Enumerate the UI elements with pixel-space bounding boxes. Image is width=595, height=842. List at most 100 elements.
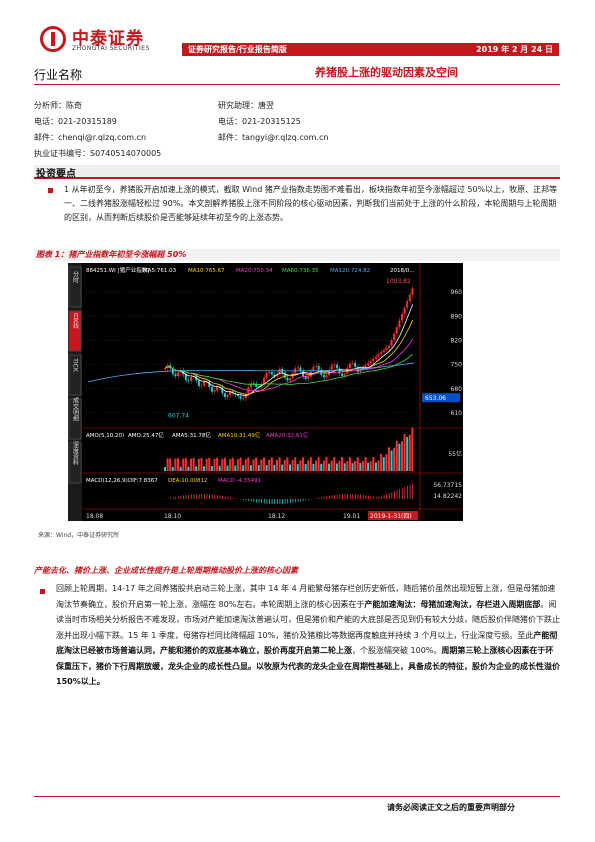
footer-disclaimer: 请务必阅读正文之后的重要声明部分 [387,803,515,812]
volume-bar [281,464,284,471]
assistant-email[interactable]: 邮件：tangyi@r.qlzq.com.cn [218,132,328,143]
volume-bar [255,457,258,471]
brand-logo-icon [40,26,66,52]
candle-body [289,378,292,381]
high-label: 1003.82 [386,278,411,285]
volume-bar [171,466,174,471]
brand-name-en: ZHONGTAI SECURITIES [72,45,150,52]
volume-bar [179,466,182,471]
candle-body [406,301,409,308]
side-tab-label: 日K线 [72,313,79,329]
candle-body [351,363,354,364]
price-tick: 610 [451,410,463,417]
analyst-phone: 电话：021-20315189 [34,117,117,126]
x-cursor-label: 2019-1-31(四) [370,513,412,520]
candle-body [400,314,403,321]
candle-body [187,380,190,381]
volume-bar [242,465,245,471]
candle-body [374,356,377,359]
volume-bar [197,458,200,471]
candle-body [393,333,396,341]
candle-body [348,363,351,369]
volume-bar [252,459,255,471]
candle-body [190,377,193,381]
volume-bar [309,457,312,471]
candle-body [380,352,383,355]
volume-legend-label: AMO:25.47亿 [128,431,164,439]
analyst-email[interactable]: 邮件：chenqi@r.qlzq.com.cn [34,132,146,143]
volume-bar [320,463,323,471]
candle-body [177,372,180,377]
index-chart: 分时 日K线 TICK 成交明细 深度资料 884251.WI [猪产业指数] MA5:76… [68,263,463,521]
side-tab-label: TICK [72,357,79,373]
macd-legend-label: MACD:-4.35491 [218,478,261,484]
volume-bar [190,458,193,471]
candle-body [197,380,200,386]
volume-bar [372,457,375,471]
macd-legend-label: DEA:10.00812 [168,478,207,484]
volume-bar [335,463,338,471]
candle-body [377,354,380,357]
macd-legend-label: MACD(12,26,9) [86,478,128,484]
x-tick: 18.10 [164,513,181,520]
candle-body [385,347,388,351]
price-label: 653.06 [425,395,446,402]
volume-bar [312,463,315,471]
volume-bar [348,457,351,471]
ma5-line [165,304,414,397]
candle-body [291,373,294,379]
candle-body [174,374,177,377]
volume-bar [380,453,383,471]
volume-bar [244,459,247,471]
volume-bar [315,460,318,471]
candle-body [226,394,229,398]
side-tab-label: 成交明细 [72,396,79,422]
volume-bar [268,459,271,471]
figure-header: 图表 1：猪产业指数年初至今涨幅超 50% [34,249,560,261]
volume-bar [260,459,263,471]
volume-bar [203,466,206,471]
x-tick: 18.08 [86,513,103,520]
candle-body [330,365,333,370]
volume-bar [273,464,276,471]
candle-body [398,320,401,328]
volume-bar [356,457,359,471]
candle-body [343,373,346,376]
chart-legend-label: MA60:736.35 [282,268,319,274]
macd-tick: 14.82242 [433,493,462,500]
subsection-title: 产能去化、猪价上涨、企业成长性提升是上轮周期推动股价上涨的核心因素 [34,566,298,575]
candle-body [322,374,325,378]
volume-bar [390,450,393,471]
volume-legend-label: AMA5:31.78亿 [172,431,211,439]
bullet-icon [48,188,53,193]
volume-bar [270,457,273,471]
volume-bar [195,466,198,471]
volume-bar [234,465,237,471]
candle-body [307,376,310,379]
volume-bar [262,457,265,471]
volume-bar [387,447,390,471]
x-tick: 19.01 [343,513,360,520]
title-divider [34,84,560,85]
analyst-name: 分析师：陈奇 [34,101,82,110]
volume-bar [205,458,208,471]
volume-bar [322,460,325,471]
candle-body [203,381,206,386]
volume-bar [216,457,219,471]
key-point-paragraph: 1 从年初至今，养猪股开启加速上涨的模式，截取 Wind 猪产业指数走势图不难看… [64,185,558,222]
assistant-phone: 电话：021-20315125 [218,117,301,126]
chart-legend-label: MA10:765.67 [188,268,225,274]
assistant-name: 研究助理：唐翌 [218,101,274,110]
price-tick: 890 [451,313,463,320]
volume-bar [275,459,278,471]
volume-bar [406,436,409,471]
volume-bar [257,464,260,471]
chart-canvas: 分时日K线 TICK 成交明细深度资料 884251.WI [猪产业指数]MA5:76… [68,263,463,521]
analyst-cert: 执业证书编号：S0740514070005 [34,149,162,158]
candle-body [315,366,318,367]
candle-body [223,393,226,398]
volume-legend-label: AMA20:32.61亿 [266,431,309,439]
report-date: 2019 年 2 月 24 日 [476,45,553,54]
volume-bar [200,457,203,471]
volume-bar [367,462,370,471]
